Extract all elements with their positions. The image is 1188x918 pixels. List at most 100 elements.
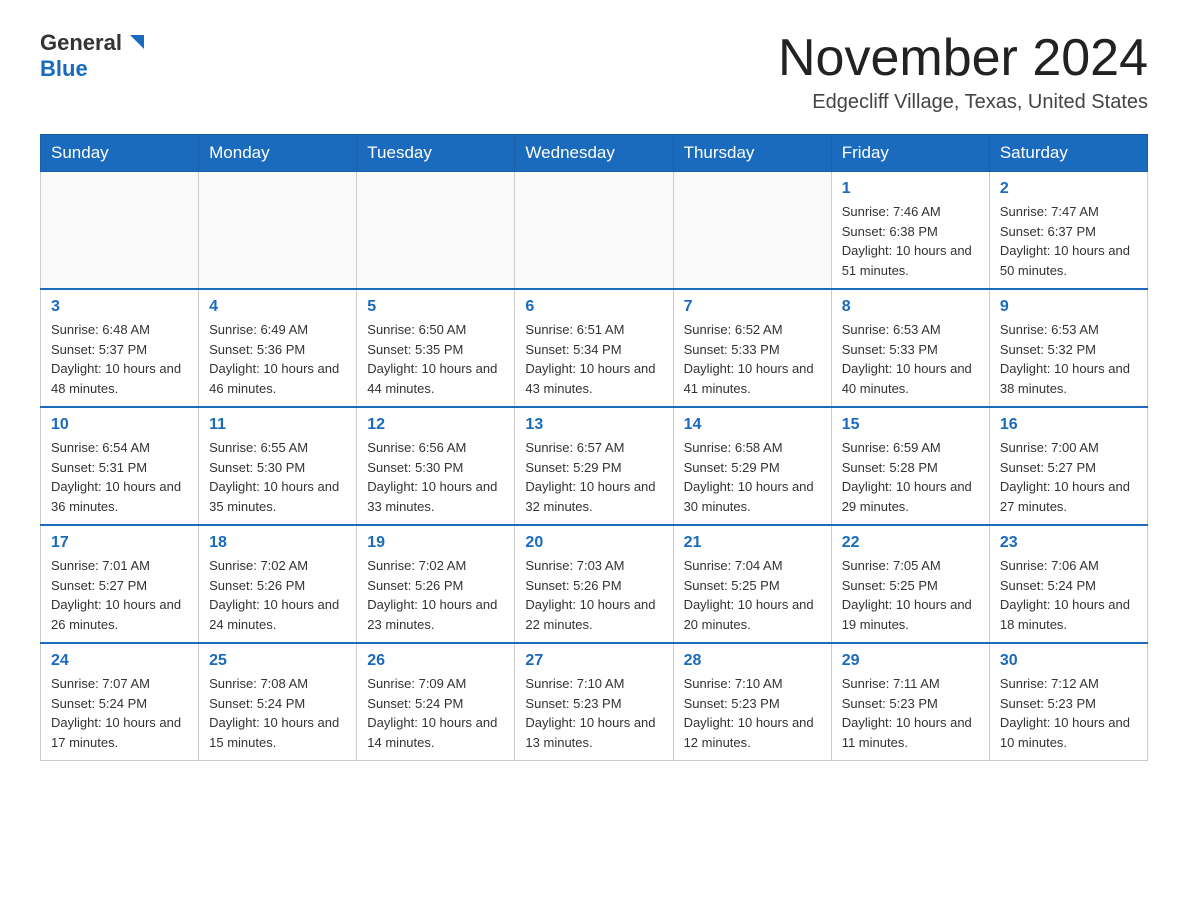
- week-row-3: 10 Sunrise: 6:54 AMSunset: 5:31 PMDayligh…: [41, 407, 1148, 525]
- day-number: 5: [367, 298, 504, 316]
- table-row: 18Sunrise: 7:02 AMSunset: 5:26 PMDayligh…: [199, 525, 357, 643]
- table-row: 13Sunrise: 6:57 AMSunset: 5:29 PMDayligh…: [515, 407, 673, 525]
- table-row: 23 Sunrise: 7:06 AMSunset: 5:24 PMDayligh…: [989, 525, 1147, 643]
- day-info: Sunrise: 7:04 AMSunset: 5:25 PMDaylight:…: [684, 556, 821, 634]
- table-row: 4Sunrise: 6:49 AMSunset: 5:36 PMDaylight…: [199, 289, 357, 407]
- day-info: Sunrise: 7:10 AMSunset: 5:23 PMDaylight:…: [525, 674, 662, 752]
- day-info: Sunrise: 6:54 AMSunset: 5:31 PMDaylight:…: [51, 438, 188, 516]
- day-number: 10: [51, 416, 188, 434]
- header-friday: Friday: [831, 135, 989, 172]
- day-number: 26: [367, 652, 504, 670]
- day-info: Sunrise: 7:46 AMSunset: 6:38 PMDaylight:…: [842, 202, 979, 280]
- day-info: Sunrise: 6:51 AMSunset: 5:34 PMDaylight:…: [525, 320, 662, 398]
- day-number: 3: [51, 298, 188, 316]
- day-info: Sunrise: 7:10 AMSunset: 5:23 PMDaylight:…: [684, 674, 821, 752]
- table-row: [199, 172, 357, 290]
- week-row-4: 17Sunrise: 7:01 AMSunset: 5:27 PMDayligh…: [41, 525, 1148, 643]
- logo-general: General: [40, 30, 122, 56]
- table-row: 17Sunrise: 7:01 AMSunset: 5:27 PMDayligh…: [41, 525, 199, 643]
- day-info: Sunrise: 6:50 AMSunset: 5:35 PMDaylight:…: [367, 320, 504, 398]
- day-info: Sunrise: 7:08 AMSunset: 5:24 PMDaylight:…: [209, 674, 346, 752]
- day-number: 4: [209, 298, 346, 316]
- table-row: 27 Sunrise: 7:10 AMSunset: 5:23 PMDayligh…: [515, 643, 673, 761]
- logo-triangle-icon: [124, 31, 146, 53]
- table-row: [673, 172, 831, 290]
- week-row-5: 24Sunrise: 7:07 AMSunset: 5:24 PMDayligh…: [41, 643, 1148, 761]
- day-number: 23: [1000, 534, 1137, 552]
- table-row: 25Sunrise: 7:08 AMSunset: 5:24 PMDayligh…: [199, 643, 357, 761]
- day-info: Sunrise: 6:55 AMSunset: 5:30 PMDaylight:…: [209, 438, 346, 516]
- table-row: 15 Sunrise: 6:59 AMSunset: 5:28 PMDayligh…: [831, 407, 989, 525]
- header-sunday: Sunday: [41, 135, 199, 172]
- day-info: Sunrise: 6:58 AMSunset: 5:29 PMDaylight:…: [684, 438, 821, 516]
- day-info: Sunrise: 7:05 AMSunset: 5:25 PMDaylight:…: [842, 556, 979, 634]
- day-number: 27: [525, 652, 662, 670]
- table-row: 6 Sunrise: 6:51 AMSunset: 5:34 PMDaylight…: [515, 289, 673, 407]
- day-number: 7: [684, 298, 821, 316]
- day-info: Sunrise: 7:02 AMSunset: 5:26 PMDaylight:…: [209, 556, 346, 634]
- day-info: Sunrise: 7:01 AMSunset: 5:27 PMDaylight:…: [51, 556, 188, 634]
- logo-blue: Blue: [40, 56, 88, 81]
- day-info: Sunrise: 6:57 AMSunset: 5:29 PMDaylight:…: [525, 438, 662, 516]
- day-number: 15: [842, 416, 979, 434]
- day-info: Sunrise: 6:53 AMSunset: 5:32 PMDaylight:…: [1000, 320, 1137, 398]
- table-row: 19 Sunrise: 7:02 AMSunset: 5:26 PMDayligh…: [357, 525, 515, 643]
- table-row: 22 Sunrise: 7:05 AMSunset: 5:25 PMDayligh…: [831, 525, 989, 643]
- table-row: 21 Sunrise: 7:04 AMSunset: 5:25 PMDayligh…: [673, 525, 831, 643]
- header-wednesday: Wednesday: [515, 135, 673, 172]
- day-number: 24: [51, 652, 188, 670]
- header-monday: Monday: [199, 135, 357, 172]
- table-row: [515, 172, 673, 290]
- weekday-header-row: Sunday Monday Tuesday Wednesday Thursday…: [41, 135, 1148, 172]
- day-number: 22: [842, 534, 979, 552]
- location-title: Edgecliff Village, Texas, United States: [778, 91, 1148, 114]
- week-row-2: 3 Sunrise: 6:48 AMSunset: 5:37 PMDaylight…: [41, 289, 1148, 407]
- table-row: 2 Sunrise: 7:47 AMSunset: 6:37 PMDaylight…: [989, 172, 1147, 290]
- day-info: Sunrise: 7:03 AMSunset: 5:26 PMDaylight:…: [525, 556, 662, 634]
- day-info: Sunrise: 7:47 AMSunset: 6:37 PMDaylight:…: [1000, 202, 1137, 280]
- day-number: 21: [684, 534, 821, 552]
- table-row: 10 Sunrise: 6:54 AMSunset: 5:31 PMDayligh…: [41, 407, 199, 525]
- month-title: November 2024: [778, 30, 1148, 87]
- table-row: 11 Sunrise: 6:55 AMSunset: 5:30 PMDayligh…: [199, 407, 357, 525]
- table-row: 5 Sunrise: 6:50 AMSunset: 5:35 PMDaylight…: [357, 289, 515, 407]
- header-thursday: Thursday: [673, 135, 831, 172]
- day-info: Sunrise: 6:48 AMSunset: 5:37 PMDaylight:…: [51, 320, 188, 398]
- day-info: Sunrise: 6:53 AMSunset: 5:33 PMDaylight:…: [842, 320, 979, 398]
- day-info: Sunrise: 7:02 AMSunset: 5:26 PMDaylight:…: [367, 556, 504, 634]
- day-number: 19: [367, 534, 504, 552]
- day-number: 12: [367, 416, 504, 434]
- day-number: 6: [525, 298, 662, 316]
- header-tuesday: Tuesday: [357, 135, 515, 172]
- day-info: Sunrise: 7:12 AMSunset: 5:23 PMDaylight:…: [1000, 674, 1137, 752]
- day-info: Sunrise: 7:11 AMSunset: 5:23 PMDaylight:…: [842, 674, 979, 752]
- day-info: Sunrise: 6:56 AMSunset: 5:30 PMDaylight:…: [367, 438, 504, 516]
- logo-area: General Blue: [40, 30, 146, 82]
- day-info: Sunrise: 7:06 AMSunset: 5:24 PMDaylight:…: [1000, 556, 1137, 634]
- week-row-1: 1Sunrise: 7:46 AMSunset: 6:38 PMDaylight…: [41, 172, 1148, 290]
- day-number: 28: [684, 652, 821, 670]
- table-row: 8Sunrise: 6:53 AMSunset: 5:33 PMDaylight…: [831, 289, 989, 407]
- table-row: [41, 172, 199, 290]
- table-row: 7Sunrise: 6:52 AMSunset: 5:33 PMDaylight…: [673, 289, 831, 407]
- table-row: 16Sunrise: 7:00 AMSunset: 5:27 PMDayligh…: [989, 407, 1147, 525]
- table-row: 26 Sunrise: 7:09 AMSunset: 5:24 PMDayligh…: [357, 643, 515, 761]
- day-number: 30: [1000, 652, 1137, 670]
- day-info: Sunrise: 6:59 AMSunset: 5:28 PMDaylight:…: [842, 438, 979, 516]
- day-number: 14: [684, 416, 821, 434]
- day-info: Sunrise: 7:00 AMSunset: 5:27 PMDaylight:…: [1000, 438, 1137, 516]
- table-row: 14 Sunrise: 6:58 AMSunset: 5:29 PMDayligh…: [673, 407, 831, 525]
- day-number: 9: [1000, 298, 1137, 316]
- day-number: 29: [842, 652, 979, 670]
- table-row: 20 Sunrise: 7:03 AMSunset: 5:26 PMDayligh…: [515, 525, 673, 643]
- table-row: 29 Sunrise: 7:11 AMSunset: 5:23 PMDayligh…: [831, 643, 989, 761]
- table-row: 1Sunrise: 7:46 AMSunset: 6:38 PMDaylight…: [831, 172, 989, 290]
- page-header: General Blue November 2024 Edgecliff Vil…: [40, 30, 1148, 114]
- day-number: 20: [525, 534, 662, 552]
- day-info: Sunrise: 7:09 AMSunset: 5:24 PMDaylight:…: [367, 674, 504, 752]
- table-row: 24Sunrise: 7:07 AMSunset: 5:24 PMDayligh…: [41, 643, 199, 761]
- day-number: 11: [209, 416, 346, 434]
- table-row: 28 Sunrise: 7:10 AMSunset: 5:23 PMDayligh…: [673, 643, 831, 761]
- calendar-table: Sunday Monday Tuesday Wednesday Thursday…: [40, 134, 1148, 761]
- day-number: 2: [1000, 180, 1137, 198]
